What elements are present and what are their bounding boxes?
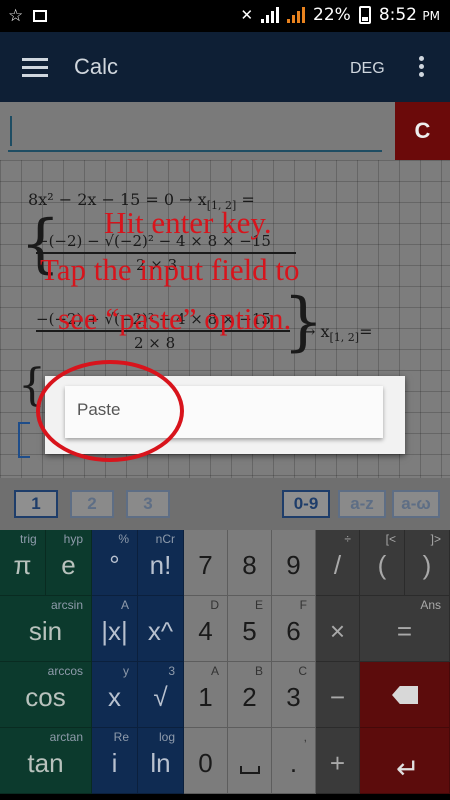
mute-icon: ✕ [240,6,254,24]
digit-9-key[interactable]: 9 [272,530,316,596]
close-paren-key[interactable]: ]>) [405,530,450,596]
clear-button[interactable]: C [395,102,450,160]
space-icon [240,766,260,774]
open-paren-key[interactable]: [<( [360,530,405,596]
ln-key[interactable]: log ln [138,728,184,794]
highlight-circle [36,360,184,462]
instruction-line-2: Tap the input field to [40,252,300,287]
star-icon: ☆ [8,6,24,26]
app-title: Calc [74,54,119,79]
tab-digits[interactable]: 0-9 [282,490,330,518]
pi-key[interactable]: trig π [0,530,46,596]
tab-1[interactable]: 1 [14,490,58,518]
sqrt-key[interactable]: 3 √ [138,662,184,728]
solution-label: → x[1, 2]= [302,322,373,345]
keypad-tab-row: 1 2 3 0-9 a-z a-ω [0,478,450,530]
battery-percent: 22% [313,5,351,25]
instruction-line-1: Hit enter key. [104,205,272,240]
tab-3[interactable]: 3 [126,490,170,518]
imaginary-key[interactable]: Re i [92,728,138,794]
digit-3-key[interactable]: C3 [272,662,316,728]
minus-key[interactable]: − [316,662,360,728]
angle-mode-button[interactable]: DEG [350,60,385,78]
overflow-menu-icon[interactable] [419,56,425,78]
tab-2[interactable]: 2 [70,490,114,518]
variable-x-key[interactable]: yx [92,662,138,728]
digit-8-key[interactable]: 8 [228,530,272,596]
digit-4-key[interactable]: D4 [184,596,228,662]
plus-key[interactable]: + [316,728,360,794]
cos-key[interactable]: arccos cos [0,662,92,728]
text-caret [10,116,12,146]
instruction-line-3: see “paste” option. [58,301,292,336]
enter-key[interactable]: ↵ [360,728,450,794]
decimal-key[interactable]: ,. [272,728,316,794]
signal-icon-2 [287,7,306,23]
abs-key[interactable]: A |x| [92,596,138,662]
app-bar: Calc DEG [0,32,450,102]
divide-key[interactable]: ÷ / [316,530,360,596]
degree-key[interactable]: % ° [92,530,138,596]
digit-2-key[interactable]: B2 [228,662,272,728]
image-icon [33,10,48,22]
sin-key[interactable]: arcsin sin [0,596,92,662]
power-key[interactable]: x^ [138,596,184,662]
digit-7-key[interactable]: 7 [184,530,228,596]
multiply-key[interactable]: × [316,596,360,662]
expression-input[interactable] [8,110,382,152]
factorial-key[interactable]: nCr n! [138,530,184,596]
backspace-icon [392,686,418,704]
digit-6-key[interactable]: F6 [272,596,316,662]
battery-icon [358,6,371,24]
clock: 8:52 PM [378,5,440,25]
menu-icon[interactable] [22,58,48,77]
digit-0-key[interactable]: 0 [184,728,228,794]
tan-key[interactable]: arctan tan [0,728,92,794]
input-row: C [0,102,450,160]
digit-5-key[interactable]: E5 [228,596,272,662]
signal-icon [261,7,280,23]
space-key[interactable] [228,728,272,794]
status-bar: ☆ ✕ 22% 8:52 PM [0,0,450,32]
tab-letters[interactable]: a-z [338,490,386,518]
result-bracket [18,422,30,458]
equals-key[interactable]: Ans = [360,596,450,662]
backspace-key[interactable] [360,662,450,728]
e-key[interactable]: hyp e [46,530,92,596]
enter-icon: ↵ [396,753,420,784]
digit-1-key[interactable]: A1 [184,662,228,728]
tab-greek[interactable]: a-ω [392,490,440,518]
